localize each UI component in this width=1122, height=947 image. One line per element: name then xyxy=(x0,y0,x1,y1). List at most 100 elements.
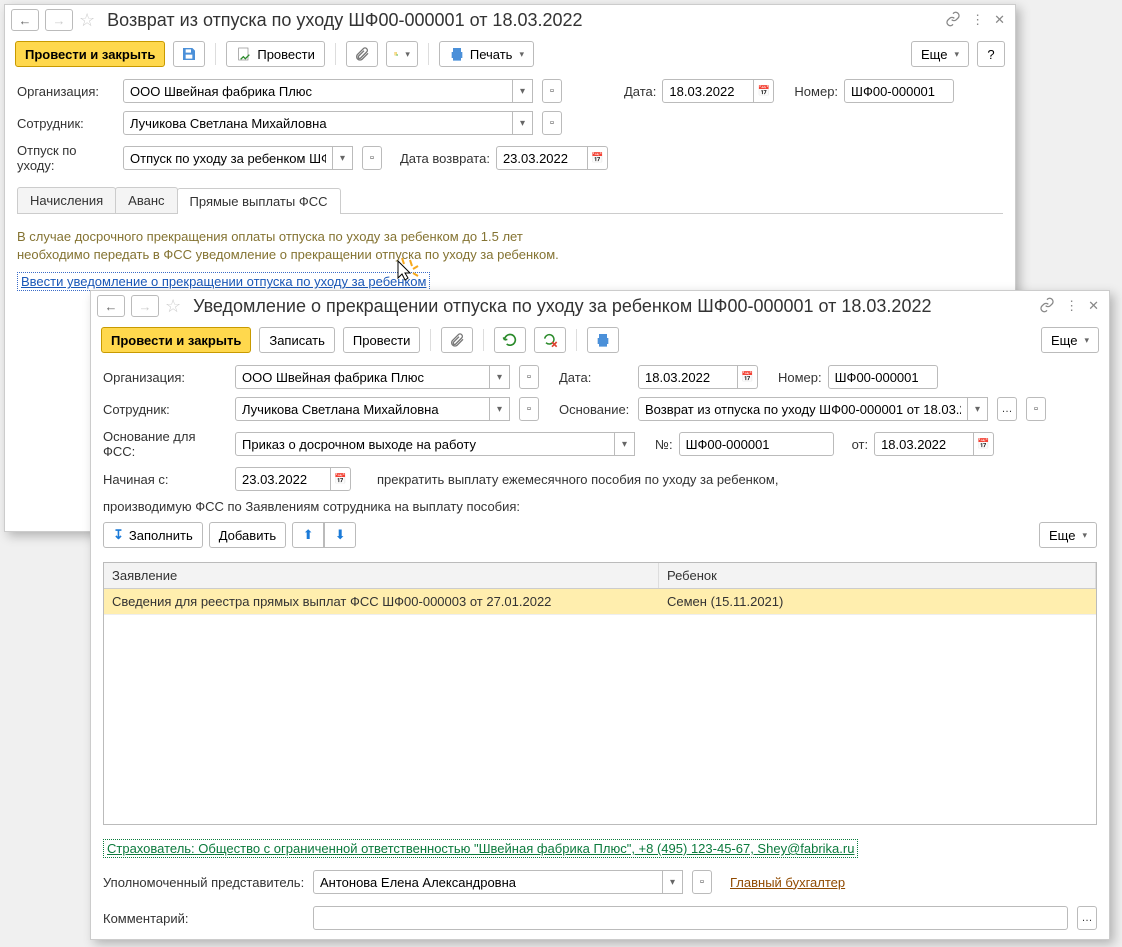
print-button[interactable]: Печать ▾ xyxy=(439,41,534,67)
toolbar-main: Провести и закрыть Провести ▾ Печать ▾ Е… xyxy=(5,35,1015,73)
start-field[interactable] xyxy=(235,467,331,491)
col-application[interactable]: Заявление xyxy=(104,563,659,588)
link-icon[interactable] xyxy=(1039,297,1055,316)
add-button[interactable]: Добавить xyxy=(209,522,286,548)
link-icon[interactable] xyxy=(945,11,961,30)
attachment-button[interactable] xyxy=(441,327,473,353)
employee-dropdown-icon[interactable]: ▾ xyxy=(513,111,533,135)
employee-field[interactable] xyxy=(123,111,513,135)
dropdown-icon[interactable]: ▾ xyxy=(615,432,635,456)
dropdown-icon[interactable]: ▾ xyxy=(663,870,683,894)
stop-payment-text: прекратить выплату ежемесячного пособия … xyxy=(377,472,778,487)
col-child[interactable]: Ребенок xyxy=(659,563,1096,588)
dots-button[interactable]: … xyxy=(1077,906,1097,930)
cancel-send-button[interactable] xyxy=(534,327,566,353)
more-button-label: Еще xyxy=(921,47,947,62)
dropdown-icon[interactable]: ▾ xyxy=(968,397,988,421)
number-field[interactable] xyxy=(828,365,938,389)
rep-field[interactable] xyxy=(313,870,663,894)
post-and-close-button[interactable]: Провести и закрыть xyxy=(101,327,251,353)
cell-child: Семен (15.11.2021) xyxy=(659,589,1096,614)
calendar-icon[interactable]: 📅 xyxy=(738,365,758,389)
tab-accruals[interactable]: Начисления xyxy=(17,187,116,213)
open-button[interactable]: ▫ xyxy=(1026,397,1046,421)
table-row[interactable]: Сведения для реестра прямых выплат ФСС Ш… xyxy=(104,589,1096,615)
nav-forward-button[interactable]: → xyxy=(131,295,159,317)
close-icon[interactable]: ✕ xyxy=(1088,298,1099,314)
kebab-menu-icon[interactable]: ⋮ xyxy=(971,12,984,28)
save-button[interactable] xyxy=(173,41,205,67)
move-down-button[interactable]: ⬇ xyxy=(324,522,356,548)
create-notification-link[interactable]: Ввести уведомление о прекращении отпуска… xyxy=(17,272,430,291)
nav-back-button[interactable]: ← xyxy=(11,9,39,31)
open-button[interactable]: ▫ xyxy=(519,365,539,389)
window-title: Уведомление о прекращении отпуска по ухо… xyxy=(193,296,1033,317)
calendar-icon[interactable]: 📅 xyxy=(754,79,774,103)
comment-label: Комментарий: xyxy=(103,911,307,926)
open-button[interactable]: ▫ xyxy=(519,397,539,421)
org-open-button[interactable]: ▫ xyxy=(542,79,562,103)
refresh-button[interactable] xyxy=(494,327,526,353)
calendar-icon[interactable]: 📅 xyxy=(331,467,351,491)
fill-button[interactable]: ↧ Заполнить xyxy=(103,522,203,548)
number-label: Номер: xyxy=(778,370,822,385)
dots-button[interactable]: … xyxy=(997,397,1017,421)
calendar-icon[interactable]: 📅 xyxy=(588,146,608,170)
leave-open-button[interactable]: ▫ xyxy=(362,146,382,170)
leave-label: Отпуск по уходу: xyxy=(17,143,117,173)
org-dropdown-icon[interactable]: ▾ xyxy=(513,79,533,103)
start-label: Начиная с: xyxy=(103,472,229,487)
save-button[interactable]: Записать xyxy=(259,327,335,353)
no-field[interactable] xyxy=(679,432,834,456)
ot-field[interactable] xyxy=(874,432,974,456)
employee-field[interactable] xyxy=(235,397,490,421)
more-button[interactable]: Еще ▾ xyxy=(911,41,969,67)
star-icon[interactable]: ☆ xyxy=(79,10,95,31)
calendar-icon[interactable]: 📅 xyxy=(974,432,994,456)
insurer-link[interactable]: Страхователь: Общество с ограниченной от… xyxy=(103,839,858,858)
open-button[interactable]: ▫ xyxy=(692,870,712,894)
nav-back-button[interactable]: ← xyxy=(97,295,125,317)
toolbar-sub: Провести и закрыть Записать Провести Еще… xyxy=(91,321,1109,359)
dropdown-icon[interactable]: ▾ xyxy=(490,397,510,421)
post-button[interactable]: Провести xyxy=(226,41,325,67)
tab-fss[interactable]: Прямые выплаты ФСС xyxy=(177,188,341,214)
ot-label: от: xyxy=(852,437,869,452)
attachment-button[interactable] xyxy=(346,41,378,67)
date-label: Дата: xyxy=(624,84,656,99)
comment-field[interactable] xyxy=(313,906,1068,930)
applications-table: Заявление Ребенок Сведения для реестра п… xyxy=(103,562,1097,825)
kebab-menu-icon[interactable]: ⋮ xyxy=(1065,298,1078,314)
date-field[interactable] xyxy=(638,365,738,389)
leave-field[interactable] xyxy=(123,146,333,170)
post-button-label: Провести xyxy=(257,47,315,62)
no-label: №: xyxy=(655,437,673,452)
print-button-label: Печать xyxy=(470,47,513,62)
nav-forward-button[interactable]: → xyxy=(45,9,73,31)
number-field[interactable] xyxy=(844,79,954,103)
post-and-close-button[interactable]: Провести и закрыть xyxy=(15,41,165,67)
post-button[interactable]: Провести xyxy=(343,327,421,353)
table-more-button[interactable]: Еще ▾ xyxy=(1039,522,1097,548)
date-field[interactable] xyxy=(662,79,754,103)
close-icon[interactable]: ✕ xyxy=(994,12,1005,28)
org-field[interactable] xyxy=(123,79,513,103)
chief-accountant-link[interactable]: Главный бухгалтер xyxy=(730,875,845,890)
leave-dropdown-icon[interactable]: ▾ xyxy=(333,146,353,170)
fill-button-label: Заполнить xyxy=(129,528,193,543)
line2-text: производимую ФСС по Заявлениям сотрудник… xyxy=(103,499,1097,514)
more-button[interactable]: Еще ▾ xyxy=(1041,327,1099,353)
return-date-field[interactable] xyxy=(496,146,588,170)
info-text: В случае досрочного прекращения оплаты о… xyxy=(17,228,1003,264)
employee-open-button[interactable]: ▫ xyxy=(542,111,562,135)
print-button[interactable] xyxy=(587,327,619,353)
star-icon[interactable]: ☆ xyxy=(165,296,181,317)
basis-fss-field[interactable] xyxy=(235,432,615,456)
org-field[interactable] xyxy=(235,365,490,389)
help-button[interactable]: ? xyxy=(977,41,1005,67)
basis-field[interactable] xyxy=(638,397,968,421)
dropdown-icon[interactable]: ▾ xyxy=(490,365,510,389)
move-up-button[interactable]: ⬆ xyxy=(292,522,324,548)
tab-advance[interactable]: Аванс xyxy=(115,187,177,213)
create-based-on-button[interactable]: ▾ xyxy=(386,41,418,67)
